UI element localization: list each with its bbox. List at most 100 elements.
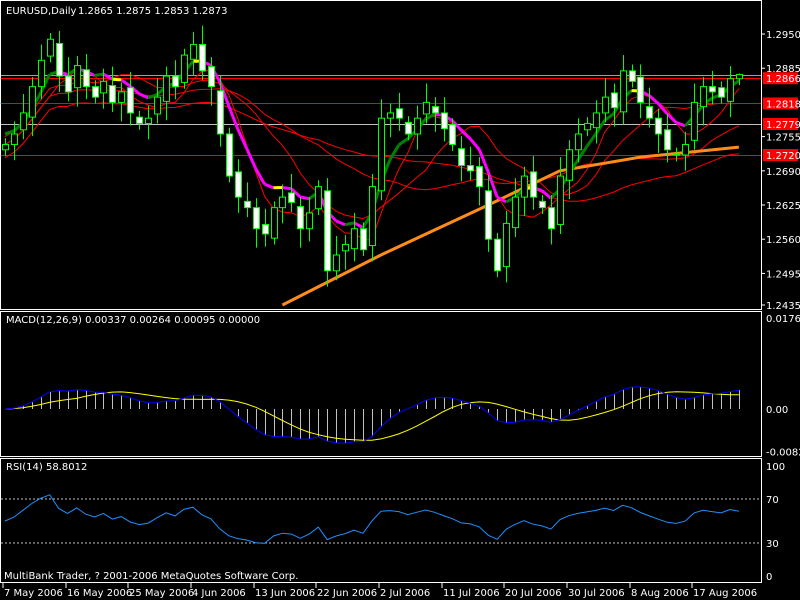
candle-body (65, 75, 72, 93)
candle-body (154, 96, 161, 115)
colored-ma-segment (666, 112, 678, 124)
x-axis-date-label: 8 Aug 2006 (631, 588, 689, 599)
candle-body (575, 133, 582, 151)
trading-chart[interactable]: EURUSD,Daily 1.2865 1.2875 1.2853 1.2873… (0, 0, 800, 600)
candle-body (92, 86, 99, 98)
candle-body (360, 228, 367, 251)
candle-body (378, 117, 385, 192)
colored-ma-segment (245, 147, 257, 169)
candle-body (109, 85, 116, 103)
x-axis-date-label: 2 Jul 2006 (380, 588, 430, 599)
moving-average-orange-line (281, 145, 740, 307)
rsi-axis-label: 0 (766, 572, 772, 583)
candle-body (629, 70, 636, 82)
colored-ma-segment (353, 221, 364, 229)
colored-ma-segment (138, 92, 149, 100)
candle-body (74, 65, 81, 89)
candle-body (566, 149, 573, 181)
macd-panel-border (0, 311, 762, 457)
candle-body (521, 175, 528, 198)
rsi-axis-label: 30 (766, 539, 779, 550)
candle-body (602, 96, 609, 114)
candle-body (38, 59, 45, 88)
colored-ma-segment (460, 129, 472, 141)
y-axis-tick-label: 1.2435 (766, 301, 800, 312)
macd-axis-label: -0.00824 (766, 447, 800, 458)
candle-body (682, 144, 689, 156)
x-axis-date-label: 30 Jul 2006 (568, 588, 625, 599)
candle-body (244, 200, 251, 209)
candle-body (342, 243, 349, 252)
y-axis-tick-label: 1.2690 (766, 167, 800, 178)
candle-body (83, 69, 90, 88)
candle-body (620, 70, 627, 113)
candle-body (405, 121, 412, 135)
candle-body (145, 117, 152, 124)
candle-body (279, 196, 286, 209)
candle-body (539, 200, 546, 209)
x-axis-date-label: 4 Jun 2006 (192, 588, 246, 599)
macd-panel[interactable] (4, 386, 740, 444)
colored-ma-segment (397, 137, 409, 147)
candle-body (637, 76, 644, 103)
price-panel[interactable] (1, 25, 761, 307)
candle-body (458, 148, 465, 167)
rsi-panel[interactable] (1, 494, 761, 544)
macd-readout: MACD(12,26,9) 0.00337 0.00264 0.00095 0.… (6, 315, 260, 326)
rsi-readout: RSI(14) 58.8012 (6, 462, 87, 473)
colored-ma-segment (648, 94, 660, 105)
candle-body (423, 101, 430, 115)
x-axis-date-label: 7 May 2006 (4, 588, 63, 599)
candle-body (271, 207, 278, 239)
candle-body (288, 192, 295, 203)
price-level-label: 1.2720 (766, 151, 800, 162)
candle-body (351, 228, 358, 250)
candle-body (655, 117, 662, 135)
candle-body (315, 186, 322, 210)
candle-body (718, 87, 725, 98)
candle-body (217, 90, 224, 135)
x-axis-date-label: 20 Jul 2006 (505, 588, 562, 599)
colored-ma-segment (112, 77, 122, 82)
rsi-line (4, 494, 739, 544)
candle-body (441, 112, 448, 130)
colored-ma-segment (344, 221, 355, 227)
candle-body (387, 112, 394, 119)
candle-body (548, 207, 555, 230)
candle-body (226, 133, 233, 177)
candle-body (136, 116, 143, 124)
x-axis-date-label: 16 May 2006 (67, 588, 132, 599)
colored-ma-segment (263, 182, 275, 190)
y-axis-tick-label: 1.2950 (766, 30, 800, 41)
candle-body (557, 175, 564, 225)
candle-body (190, 44, 197, 60)
macd-signal-line (4, 391, 739, 441)
candle-body (235, 171, 242, 198)
x-axis-date-label: 11 Jul 2006 (443, 588, 500, 599)
colored-ma-segment (94, 72, 104, 77)
candle-body (503, 222, 510, 268)
candle-body (199, 44, 206, 72)
candle-body (494, 238, 501, 272)
candle-body (127, 87, 134, 114)
candle-body (324, 190, 331, 272)
candle-body (727, 78, 734, 102)
candle-body (11, 133, 18, 146)
candle-body (512, 196, 519, 229)
y-axis-tick-label: 1.2560 (766, 235, 800, 246)
macd-main-line (4, 386, 739, 444)
x-axis-date-label: 22 Jun 2006 (317, 588, 377, 599)
candle-body (476, 166, 483, 188)
candle-body (172, 75, 179, 88)
price-level-label: 1.2779 (766, 120, 800, 131)
candle-body (449, 124, 456, 146)
colored-ma-segment (282, 185, 292, 191)
candle-body (100, 80, 107, 94)
candle-body (2, 144, 9, 151)
candle-body (584, 122, 591, 131)
candle-body (467, 165, 474, 172)
candle-body (47, 38, 54, 57)
y-axis-tick-label: 1.2625 (766, 201, 800, 212)
candle-body (208, 66, 215, 88)
rsi-axis-label: 70 (766, 495, 779, 506)
